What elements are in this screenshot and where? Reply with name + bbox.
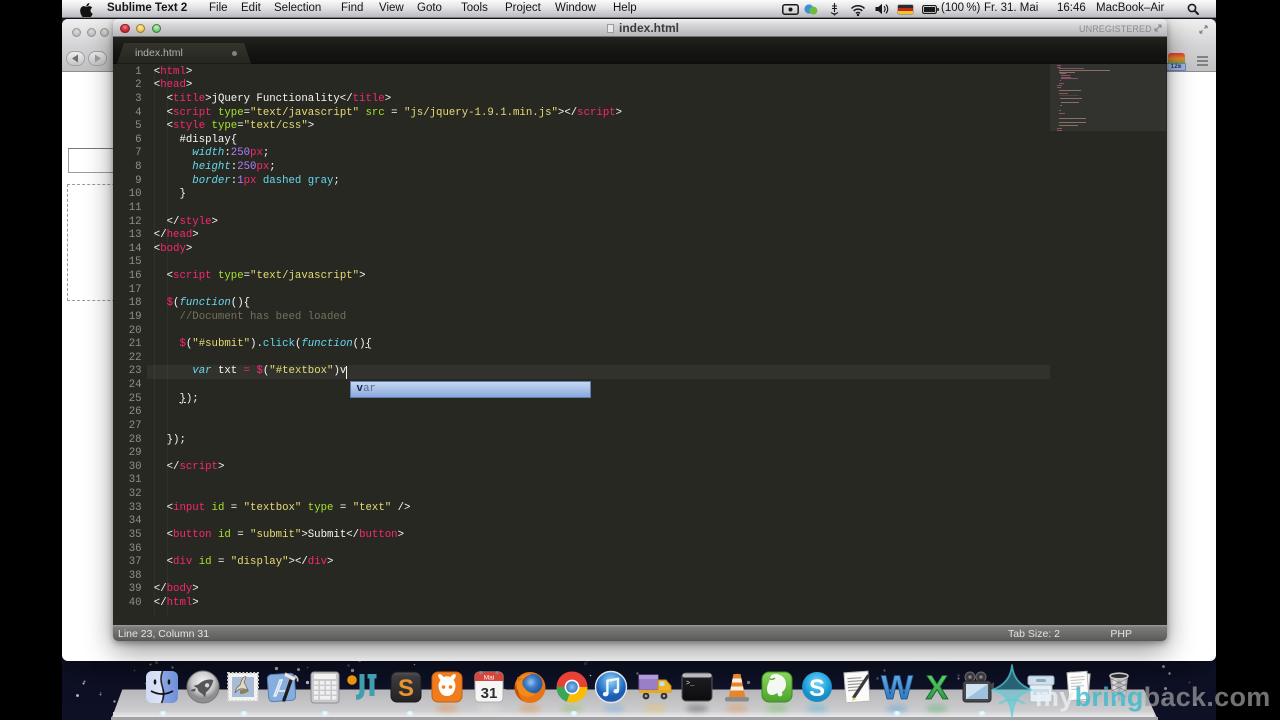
svg-text:S: S (398, 675, 414, 702)
svg-text:>_: >_ (686, 680, 695, 688)
svg-text:S: S (809, 675, 825, 702)
svg-text:Mai: Mai (484, 675, 494, 682)
svg-text:X: X (926, 670, 949, 704)
svg-text:W: W (881, 670, 914, 704)
svg-text:31: 31 (481, 685, 498, 702)
